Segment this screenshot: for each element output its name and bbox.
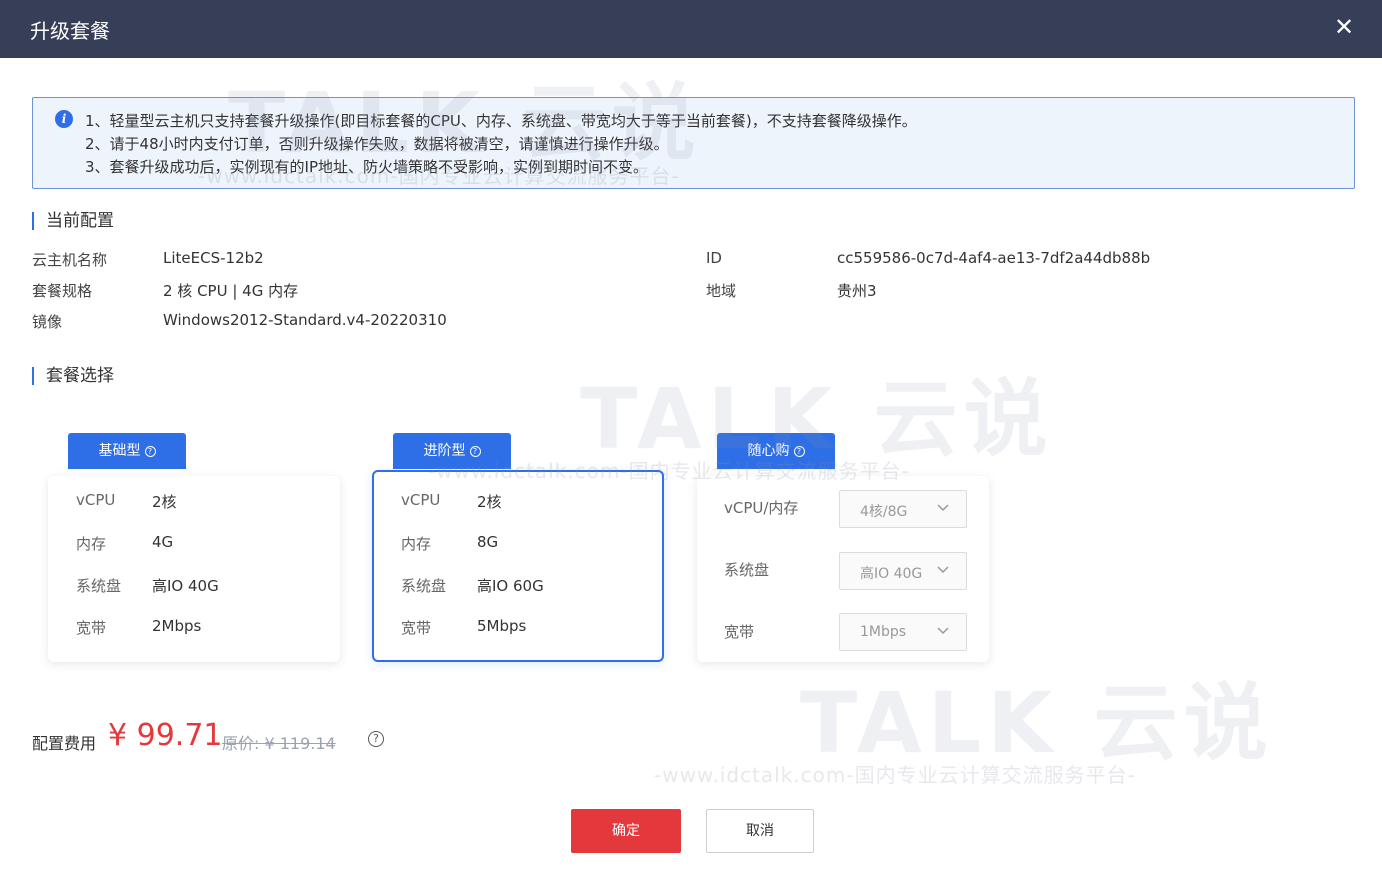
dialog-title: 升级套餐 xyxy=(30,19,110,43)
tab-basic[interactable]: 基础型? xyxy=(68,433,186,469)
image-label: 镜像 xyxy=(32,313,63,331)
cancel-button[interactable]: 取消 xyxy=(706,809,814,853)
adv-disk-value: 高IO 60G xyxy=(477,577,544,595)
image-value: Windows2012-Standard.v4-20220310 xyxy=(163,311,447,329)
region-value: 贵州3 xyxy=(837,282,877,300)
help-icon[interactable]: ? xyxy=(368,731,384,747)
disk-select-value: 高IO 40G xyxy=(860,566,923,582)
custom-cpu-label: vCPU/内存 xyxy=(724,499,799,517)
confirm-button[interactable]: 确定 xyxy=(571,809,681,853)
chevron-down-icon xyxy=(937,566,949,574)
adv-cpu-value: 2核 xyxy=(477,493,502,511)
basic-disk-label: 系统盘 xyxy=(76,577,122,595)
watermark: TALK 云说 xyxy=(800,656,1274,777)
id-value: cc559586-0c7d-4af4-ae13-7df2a44db88b xyxy=(837,249,1151,267)
notice-line-2: 2、请于48小时内支付订单，否则升级操作失败，数据将被清空，请谨慎进行操作升级。 xyxy=(85,135,669,153)
help-icon: ? xyxy=(144,446,156,457)
basic-mem-value: 4G xyxy=(152,533,174,551)
adv-bw-value: 5Mbps xyxy=(477,617,527,635)
help-icon: ? xyxy=(469,446,481,457)
cpu-mem-select-value: 4核/8G xyxy=(860,504,908,520)
chevron-down-icon xyxy=(937,627,949,635)
tab-custom-label: 随心购 xyxy=(747,443,790,459)
cpu-mem-select[interactable]: 4核/8G xyxy=(839,490,967,528)
tab-custom[interactable]: 随心购? xyxy=(717,433,835,469)
tab-advanced-label: 进阶型 xyxy=(423,443,466,459)
name-value: LiteECS-12b2 xyxy=(163,249,264,267)
custom-disk-label: 系统盘 xyxy=(724,561,770,579)
tab-advanced[interactable]: 进阶型? xyxy=(393,433,511,469)
adv-cpu-label: vCPU xyxy=(401,491,441,509)
notice-box: i 1、轻量型云主机只支持套餐升级操作(即目标套餐的CPU、内存、系统盘、带宽均… xyxy=(32,97,1355,189)
adv-disk-label: 系统盘 xyxy=(401,577,447,595)
help-icon: ? xyxy=(793,446,805,457)
watermark-sub: -www.idctalk.com-国内专业云计算交流服务平台- xyxy=(654,763,1136,787)
id-label: ID xyxy=(706,249,722,267)
basic-mem-label: 内存 xyxy=(76,535,107,553)
region-label: 地域 xyxy=(706,282,737,300)
basic-bw-label: 宽带 xyxy=(76,619,107,637)
fee-label: 配置费用 xyxy=(32,734,97,753)
watermark: -www.idctalk.com-国内专业云计算交流服务平台- xyxy=(654,759,1136,788)
chevron-down-icon xyxy=(937,504,949,512)
close-icon[interactable]: ✕ xyxy=(1332,13,1356,41)
section-title-current: 当前配置 xyxy=(32,212,114,230)
spec-label: 套餐规格 xyxy=(32,282,93,300)
watermark-brand: TALK 云说 xyxy=(800,674,1274,772)
basic-cpu-label: vCPU xyxy=(76,491,116,509)
basic-bw-value: 2Mbps xyxy=(152,617,202,635)
notice-line-3: 3、套餐升级成功后，实例现有的IP地址、防火墙策略不受影响，实例到期时间不变。 xyxy=(85,158,649,176)
bandwidth-select[interactable]: 1Mbps xyxy=(839,613,967,651)
fee-original-price: 原价: ¥ 119.14 xyxy=(222,734,336,753)
custom-bw-label: 宽带 xyxy=(724,623,755,641)
name-label: 云主机名称 xyxy=(32,251,108,269)
basic-disk-value: 高IO 40G xyxy=(152,577,219,595)
basic-cpu-value: 2核 xyxy=(152,493,177,511)
section-title-package: 套餐选择 xyxy=(32,367,114,385)
adv-mem-value: 8G xyxy=(477,533,499,551)
fee-price: ¥ 99.71 xyxy=(108,718,223,753)
info-icon: i xyxy=(55,110,73,128)
spec-value: 2 核 CPU | 4G 内存 xyxy=(163,282,299,300)
disk-select[interactable]: 高IO 40G xyxy=(839,552,967,590)
adv-mem-label: 内存 xyxy=(401,535,432,553)
tab-basic-label: 基础型 xyxy=(98,443,141,459)
bandwidth-select-value: 1Mbps xyxy=(860,624,907,640)
dialog-titlebar: 升级套餐 ✕ xyxy=(0,0,1382,58)
adv-bw-label: 宽带 xyxy=(401,619,432,637)
notice-line-1: 1、轻量型云主机只支持套餐升级操作(即目标套餐的CPU、内存、系统盘、带宽均大于… xyxy=(85,112,917,130)
